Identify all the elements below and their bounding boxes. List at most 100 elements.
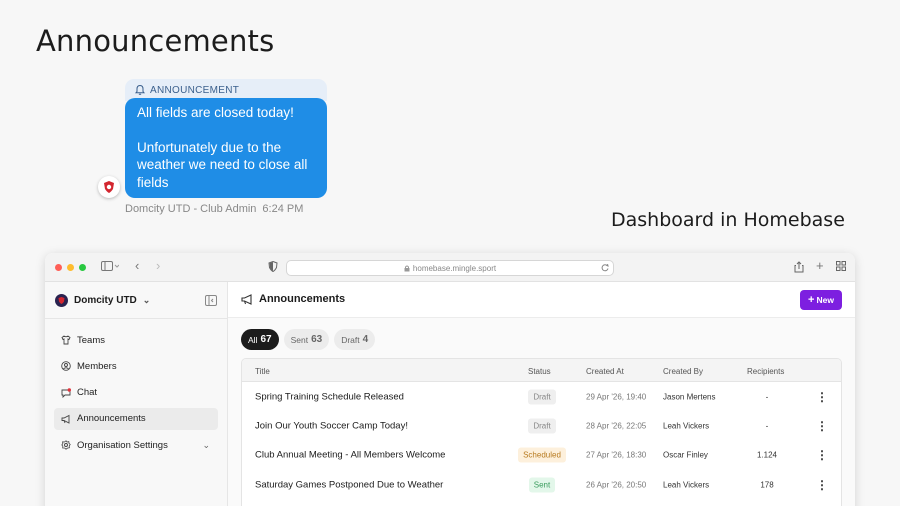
back-icon[interactable]: ‹: [135, 258, 139, 273]
table-header: Title Status Created At Created By Recip…: [242, 359, 841, 382]
sidebar-item-label: Organisation Settings: [77, 439, 168, 451]
more-options-icon[interactable]: ⋮: [816, 448, 828, 462]
column-header-created-at[interactable]: Created At: [586, 367, 624, 376]
gear-icon: [61, 440, 71, 450]
tab-count: 63: [311, 334, 323, 345]
column-header-title[interactable]: Title: [255, 367, 270, 376]
row-created-by: Leah Vickers: [663, 480, 710, 490]
row-recipients: -: [765, 421, 769, 431]
tab-all[interactable]: All 67: [241, 329, 279, 350]
sidebar-item-members[interactable]: Members: [54, 355, 218, 377]
announcement-message: ANNOUNCEMENT All fields are closed today…: [125, 79, 327, 215]
table-row[interactable]: Club Annual Meeting - All Members Welcom…: [242, 441, 841, 470]
browser-window: ‹ › homebase.mingle.sport + Domcity UTD …: [45, 253, 855, 506]
megaphone-icon: [61, 414, 70, 424]
sidebar-item-organisation-settings[interactable]: Organisation Settings ⌄: [54, 434, 218, 456]
page-title: Announcements: [36, 24, 275, 58]
reload-icon[interactable]: [601, 264, 609, 272]
status-badge: Draft: [528, 418, 556, 434]
row-created-at: 26 Apr '26, 20:50: [586, 480, 647, 490]
user-circle-icon: [61, 361, 71, 372]
table-row[interactable]: Join Our Youth Soccer Camp Today! Draft …: [242, 411, 841, 440]
main-header: Announcements + New: [228, 282, 855, 318]
tab-label: All: [248, 334, 258, 345]
sidebar-item-teams[interactable]: Teams: [54, 329, 218, 351]
forward-icon[interactable]: ›: [156, 258, 160, 273]
row-recipients: 178: [760, 480, 774, 490]
status-badge: Scheduled: [518, 447, 566, 463]
tab-sent[interactable]: Sent 63: [283, 329, 330, 350]
announcements-table: Title Status Created At Created By Recip…: [241, 358, 842, 506]
table-row[interactable]: Spring Training Schedule Released Draft …: [242, 382, 841, 411]
sidebar-item-label: Chat: [77, 387, 98, 399]
sidebar-item-label: Members: [77, 360, 117, 372]
column-header-status[interactable]: Status: [528, 367, 551, 376]
club-logo-icon: [55, 294, 68, 307]
message-line-1: All fields are closed today!: [137, 105, 294, 120]
browser-toolbar: ‹ › homebase.mingle.sport +: [45, 253, 855, 282]
tab-overview-icon[interactable]: [836, 261, 846, 274]
filter-tabs: All 67 Sent 63 Draft 4: [241, 329, 376, 350]
row-created-at: 27 Apr '26, 18:30: [586, 450, 647, 460]
row-created-by: Oscar Finley: [663, 450, 708, 460]
announcement-label: ANNOUNCEMENT: [150, 84, 240, 96]
sidebar-item-label: Announcements: [77, 413, 146, 425]
sidebar-item-announcements[interactable]: Announcements: [54, 407, 218, 430]
row-title: Spring Training Schedule Released: [255, 391, 404, 403]
zoom-window-button[interactable]: [79, 264, 86, 271]
main-title-text: Announcements: [259, 293, 346, 305]
sidebar-nav: Teams Members Chat Announcements Organis…: [54, 329, 218, 460]
more-options-icon[interactable]: ⋮: [816, 390, 828, 404]
collapse-sidebar-icon[interactable]: [205, 295, 217, 306]
new-tab-icon[interactable]: +: [816, 258, 824, 273]
row-title: Club Annual Meeting - All Members Welcom…: [255, 449, 446, 461]
table-row[interactable]: Saturday Games Postponed Due to Weather …: [242, 470, 841, 499]
row-title: Saturday Games Postponed Due to Weather: [255, 479, 444, 491]
status-badge: Sent: [528, 477, 556, 493]
share-icon[interactable]: [794, 261, 804, 276]
url-bar[interactable]: homebase.mingle.sport: [286, 260, 614, 276]
row-created-at: 28 Apr '26, 22:05: [586, 421, 647, 431]
tab-count: 67: [260, 334, 272, 345]
plus-icon: +: [808, 294, 815, 306]
chevron-down-icon: ⌄: [142, 295, 151, 305]
close-window-button[interactable]: [55, 264, 62, 271]
more-options-icon[interactable]: ⋮: [816, 478, 828, 492]
section-caption: Dashboard in Homebase: [611, 209, 845, 231]
new-announcement-button[interactable]: + New: [800, 290, 842, 310]
message-bubble: All fields are closed today! Unfortunate…: [125, 98, 327, 198]
row-created-by: Jason Mertens: [663, 392, 716, 402]
column-header-recipients[interactable]: Recipients: [747, 367, 784, 376]
more-options-icon[interactable]: ⋮: [816, 419, 828, 433]
shirt-icon: [61, 335, 71, 345]
megaphone-icon: [241, 293, 252, 305]
column-header-created-by[interactable]: Created By: [663, 367, 703, 376]
bell-icon: [134, 84, 146, 95]
tab-count: 4: [362, 334, 369, 345]
row-created-at: 29 Apr '26, 19:40: [586, 392, 647, 402]
chat-icon: [61, 387, 71, 398]
chevron-down-icon: ⌄: [202, 440, 210, 451]
status-badge: Draft: [528, 389, 556, 405]
club-switcher[interactable]: Domcity UTD ⌄: [55, 294, 150, 307]
row-title: Join Our Youth Soccer Camp Today!: [255, 420, 408, 432]
shield-icon[interactable]: [268, 260, 278, 275]
message-sender: Domcity UTD - Club Admin: [125, 203, 257, 215]
sidebar-toggle-icon[interactable]: [101, 261, 120, 275]
tab-label: Sent: [290, 334, 309, 345]
sidebar-item-chat[interactable]: Chat: [54, 382, 218, 404]
tab-label: Draft: [341, 334, 360, 345]
row-recipients: -: [765, 392, 769, 402]
minimize-window-button[interactable]: [67, 264, 74, 271]
url-text: homebase.mingle.sport: [412, 263, 497, 273]
main-title: Announcements: [241, 293, 345, 305]
sidebar-item-label: Teams: [77, 334, 105, 346]
main-content: Announcements + New All 67 Sent 63 Draft…: [228, 282, 855, 506]
row-recipients: 1.124: [756, 450, 778, 460]
club-name: Domcity UTD: [74, 295, 137, 306]
row-created-by: Leah Vickers: [663, 421, 710, 431]
club-avatar: [98, 176, 120, 198]
tab-draft[interactable]: Draft 4: [334, 329, 376, 350]
message-line-2: Unfortunately due to the weather we need…: [137, 139, 308, 190]
sidebar: Domcity UTD ⌄ Teams Members Chat Announc…: [45, 282, 228, 506]
